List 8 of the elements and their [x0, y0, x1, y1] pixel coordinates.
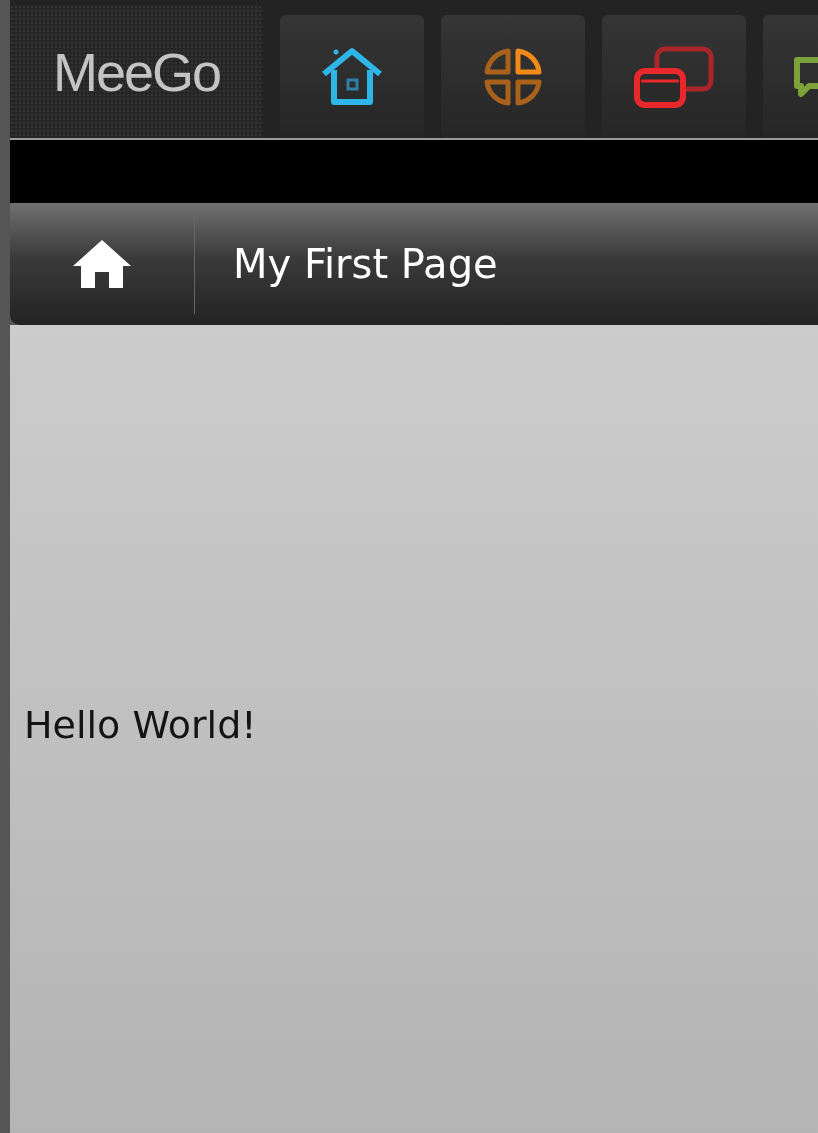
- logo: MeeGo: [52, 40, 221, 103]
- body-text: Hello World!: [24, 703, 257, 747]
- windows-icon: [633, 44, 715, 109]
- app-tile[interactable]: [441, 15, 585, 138]
- app-tile[interactable]: [602, 15, 746, 138]
- page-title: My First Page: [233, 241, 498, 287]
- home-icon: [71, 238, 133, 290]
- app-tile[interactable]: [280, 15, 424, 138]
